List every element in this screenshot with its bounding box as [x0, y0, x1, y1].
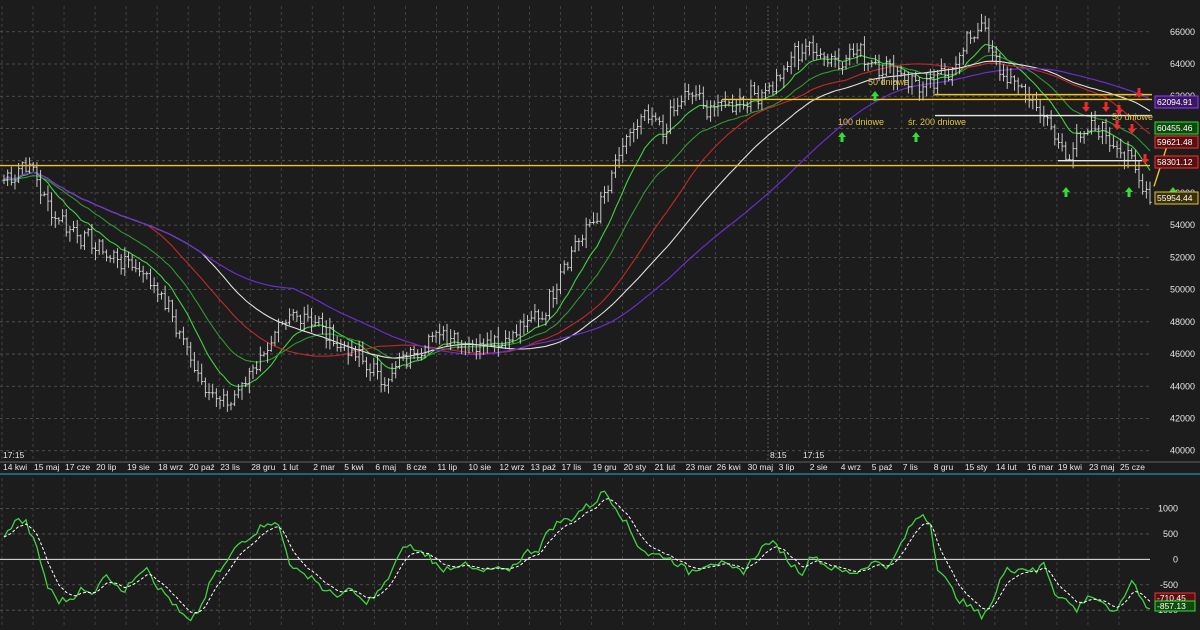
x-date-label: 18 wrz — [158, 462, 183, 472]
osc-value-badge-text: -857.13 — [1157, 601, 1186, 611]
osc-y-tick-label: 0 — [1173, 554, 1178, 564]
x-date-label: 16 mar — [1027, 462, 1054, 472]
x-date-label: 5 kwi — [344, 462, 363, 472]
x-date-label: 11 lip — [437, 462, 457, 472]
osc-y-tick-label: 1000 — [1158, 504, 1178, 514]
x-date-label: 30 maj — [748, 462, 774, 472]
x-date-label: 23 maj — [1089, 462, 1115, 472]
price-value-badge: 59621.48 — [1154, 135, 1199, 149]
price-value-badge: 60455.46 — [1154, 121, 1199, 135]
x-date-label: 15 sty — [965, 462, 988, 472]
ma-annotation-label: 100 dniowe — [838, 117, 884, 127]
ma-annotation-label: 50 dniowe — [868, 77, 909, 87]
price-value-badge: 55954.44 — [1154, 191, 1199, 205]
x-date-label: 20 sty — [624, 462, 647, 472]
x-date-label: 5 paź — [872, 462, 893, 472]
osc-value-badge: -857.13 — [1154, 600, 1196, 612]
x-date-label: 14 kwi — [3, 462, 27, 472]
price-value-badge-text: 60455.46 — [1157, 123, 1193, 133]
price-y-tick-label: 44000 — [1170, 381, 1195, 391]
x-date-label: 17 cze — [65, 462, 90, 472]
x-date-label: 21 lut — [655, 462, 676, 472]
x-date-label: 23 mar — [686, 462, 713, 472]
x-date-label: 17 lis — [561, 462, 581, 472]
price-value-badge-text: 59621.48 — [1157, 137, 1193, 147]
osc-y-tick-label: -500 — [1160, 580, 1178, 590]
x-date-label: 2 sie — [810, 462, 828, 472]
x-date-label: 7 lis — [903, 462, 918, 472]
session-time-label: 17:15 — [803, 450, 825, 460]
price-y-tick-label: 42000 — [1170, 413, 1195, 423]
chart-canvas[interactable]: 40000 42000 44000 46000 48000 50000 52000 54000… — [0, 0, 1200, 630]
session-time-label: 17:15 — [3, 450, 25, 460]
price-y-tick-label: 40000 — [1170, 446, 1195, 456]
price-y-tick-label: 64000 — [1170, 59, 1195, 69]
x-date-label: 20 paź — [189, 462, 215, 472]
x-date-label: 25 cze — [1120, 462, 1145, 472]
price-y-tick-label: 54000 — [1170, 220, 1195, 230]
price-y-tick-label: 48000 — [1170, 317, 1195, 327]
x-date-label: 10 sie — [468, 462, 491, 472]
x-date-label: 6 maj — [375, 462, 396, 472]
x-date-label: 19 gru — [593, 462, 617, 472]
x-date-label: 28 gru — [251, 462, 275, 472]
x-date-label: 8 gru — [934, 462, 954, 472]
x-date-label: 26 kwi — [717, 462, 741, 472]
x-date-label: 3 lip — [779, 462, 795, 472]
x-date-label: 20 lip — [96, 462, 117, 472]
session-time-label: 8:15 — [770, 450, 787, 460]
x-date-label: 23 lis — [220, 462, 240, 472]
x-date-label: 12 wrz — [499, 462, 524, 472]
price-value-badge: 62094.91 — [1154, 95, 1199, 109]
price-value-badge-text: 58301.12 — [1157, 157, 1193, 167]
ma-annotation-label: śr. 200 dniowe — [908, 117, 966, 127]
price-y-tick-label: 66000 — [1170, 27, 1195, 37]
price-value-badge-text: 62094.91 — [1157, 97, 1193, 107]
x-date-label: 19 sie — [127, 462, 150, 472]
price-value-badge-text: 55954.44 — [1157, 193, 1193, 203]
x-date-label: 2 mar — [313, 462, 335, 472]
x-date-label: 13 paź — [530, 462, 556, 472]
x-date-label: 4 wrz — [841, 462, 861, 472]
price-y-tick-label: 50000 — [1170, 285, 1195, 295]
x-date-label: 15 maj — [34, 462, 60, 472]
x-date-label: 1 lut — [282, 462, 299, 472]
price-y-tick-label: 46000 — [1170, 349, 1195, 359]
osc-y-tick-label: 500 — [1163, 529, 1178, 539]
x-date-label: 14 lut — [996, 462, 1017, 472]
x-date-label: 19 kwi — [1058, 462, 1082, 472]
price-y-tick-label: 52000 — [1170, 252, 1195, 262]
x-date-label: 8 cze — [406, 462, 427, 472]
price-value-badge: 58301.12 — [1154, 155, 1199, 169]
chart-window: 40000 42000 44000 46000 48000 50000 52000 54000… — [0, 0, 1200, 630]
